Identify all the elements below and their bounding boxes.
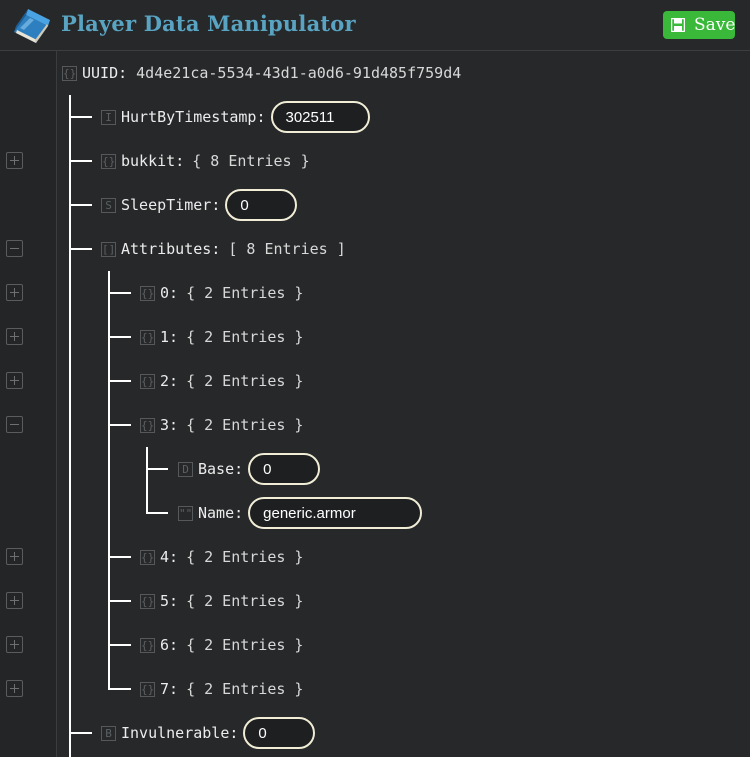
tree-node-attr-5[interactable]: {} 5: { 2 Entries }	[140, 585, 303, 617]
collapse-attr-3-button[interactable]	[6, 416, 23, 433]
tree-line	[69, 248, 92, 250]
tree-line	[108, 380, 131, 382]
base-input[interactable]	[248, 453, 321, 485]
node-summary: { 2 Entries }	[186, 592, 304, 610]
uuid-value: 4d4e21ca-5534-43d1-a0d6-91d485f759d4	[136, 64, 462, 82]
node-key: 5	[160, 592, 170, 610]
tree-line	[69, 116, 92, 118]
expand-attr-4-button[interactable]	[6, 548, 23, 565]
string-icon: ""	[178, 505, 193, 521]
gutter	[0, 51, 57, 757]
tree-node-attributes[interactable]: [] Attributes: [ 8 Entries ]	[101, 233, 346, 265]
node-key: 6	[160, 636, 170, 654]
compound-icon: {}	[140, 417, 155, 433]
tree-node-uuid: {} UUID: 4d4e21ca-5534-43d1-a0d6-91d485f…	[62, 64, 462, 82]
expand-attr-2-button[interactable]	[6, 372, 23, 389]
save-label: Save	[694, 15, 736, 35]
compound-icon: {}	[140, 329, 155, 345]
collapse-attributes-button[interactable]	[6, 240, 23, 257]
tree-node-sleeptimer: S SleepTimer:	[101, 189, 298, 221]
node-summary: { 2 Entries }	[186, 636, 304, 654]
tree-line	[146, 512, 168, 514]
node-summary: { 2 Entries }	[186, 416, 304, 434]
tree-line	[108, 644, 131, 646]
node-key: Invulnerable	[121, 724, 230, 742]
tree-node-bukkit[interactable]: {} bukkit: { 8 Entries }	[101, 145, 310, 177]
save-button[interactable]: Save	[663, 11, 735, 39]
tree-node-attr-7[interactable]: {} 7: { 2 Entries }	[140, 673, 303, 705]
sleeptimer-input[interactable]	[225, 189, 298, 221]
tree-node-attr-6[interactable]: {} 6: { 2 Entries }	[140, 629, 303, 661]
list-icon: []	[101, 241, 116, 257]
compound-icon: {}	[140, 637, 155, 653]
tree-node-attr-2[interactable]: {} 2: { 2 Entries }	[140, 365, 303, 397]
tree-node-attr-0[interactable]: {} 0: { 2 Entries }	[140, 277, 303, 309]
short-icon: S	[101, 197, 116, 213]
node-summary: { 2 Entries }	[186, 284, 304, 302]
expand-bukkit-button[interactable]	[6, 152, 23, 169]
node-key: Base	[198, 460, 235, 478]
book-icon	[14, 9, 50, 43]
node-key: 4	[160, 548, 170, 566]
invulnerable-input[interactable]	[243, 717, 316, 749]
double-icon: D	[178, 461, 193, 477]
floppy-disk-icon	[671, 18, 685, 32]
tree-line	[146, 468, 168, 470]
name-input[interactable]	[248, 497, 423, 529]
byte-icon: B	[101, 725, 116, 741]
tree-line	[108, 292, 131, 294]
tree-line	[108, 688, 131, 690]
app-header: Player Data Manipulator Save	[0, 0, 750, 51]
tree-line	[108, 424, 131, 426]
tree-line	[108, 556, 131, 558]
expand-attr-7-button[interactable]	[6, 680, 23, 697]
tree-line	[108, 336, 131, 338]
node-summary: [ 8 Entries ]	[228, 240, 346, 258]
node-key: Attributes	[121, 240, 212, 258]
hurtbytimestamp-input[interactable]	[270, 101, 370, 133]
tree-line	[69, 204, 92, 206]
node-key: UUID	[82, 64, 119, 82]
compound-icon: {}	[140, 285, 155, 301]
tree-node-attr-4[interactable]: {} 4: { 2 Entries }	[140, 541, 303, 573]
node-summary: { 2 Entries }	[186, 680, 304, 698]
node-key: 7	[160, 680, 170, 698]
node-key: Name	[198, 504, 235, 522]
tree-line	[146, 447, 148, 514]
node-key: 0	[160, 284, 170, 302]
compound-icon: {}	[140, 373, 155, 389]
tree-line	[108, 600, 131, 602]
tree-node-name: "" Name:	[178, 497, 423, 529]
compound-icon: {}	[101, 153, 116, 169]
node-key: HurtByTimestamp	[121, 108, 257, 126]
node-summary: { 2 Entries }	[186, 548, 304, 566]
expand-attr-0-button[interactable]	[6, 284, 23, 301]
int-icon: I	[101, 109, 116, 125]
tree-node-hurtbytimestamp: I HurtByTimestamp:	[101, 101, 370, 133]
tree-node-attr-1[interactable]: {} 1: { 2 Entries }	[140, 321, 303, 353]
node-key: 3	[160, 416, 170, 434]
compound-icon: {}	[62, 65, 77, 81]
expand-attr-5-button[interactable]	[6, 592, 23, 609]
tree-node-invulnerable: B Invulnerable:	[101, 717, 316, 749]
compound-icon: {}	[140, 549, 155, 565]
tree-line	[69, 95, 71, 757]
tree-line	[69, 160, 92, 162]
node-summary: { 2 Entries }	[186, 328, 304, 346]
compound-icon: {}	[140, 593, 155, 609]
node-key: 2	[160, 372, 170, 390]
tree-line	[69, 732, 92, 734]
node-key: bukkit	[121, 152, 176, 170]
node-summary: { 8 Entries }	[192, 152, 310, 170]
expand-attr-1-button[interactable]	[6, 328, 23, 345]
tree-line	[108, 271, 110, 690]
node-summary: { 2 Entries }	[186, 372, 304, 390]
app-title: Player Data Manipulator	[61, 11, 356, 36]
expand-attr-6-button[interactable]	[6, 636, 23, 653]
node-key: SleepTimer	[121, 196, 212, 214]
compound-icon: {}	[140, 681, 155, 697]
tree-node-attr-3[interactable]: {} 3: { 2 Entries }	[140, 409, 303, 441]
tree-node-base: D Base:	[178, 453, 321, 485]
node-key: 1	[160, 328, 170, 346]
